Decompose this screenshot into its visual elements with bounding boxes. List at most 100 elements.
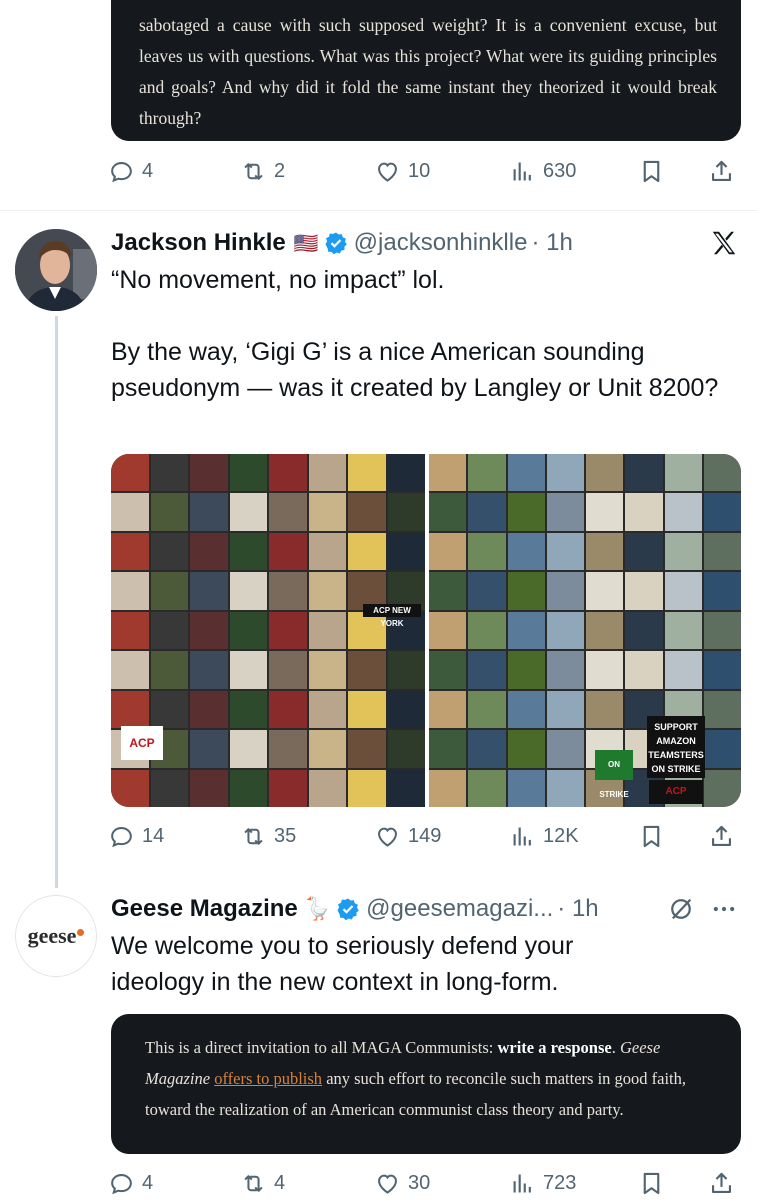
collage-photo-tile bbox=[586, 454, 624, 492]
like-count: 10 bbox=[408, 159, 431, 182]
collage-photo-tile bbox=[664, 493, 702, 531]
collage-photo-tile bbox=[308, 769, 346, 807]
collage-photo-tile bbox=[387, 769, 425, 807]
views-icon bbox=[513, 1174, 531, 1192]
tweet-header: Geese Magazine 🪿 @geesemagazi... · 1h bbox=[111, 893, 599, 925]
collage-photo-tile bbox=[190, 730, 228, 768]
reply-icon bbox=[111, 161, 132, 182]
verified-badge-icon bbox=[337, 898, 359, 921]
author-name[interactable]: Jackson Hinkle bbox=[111, 229, 286, 257]
collage-photo-tile bbox=[664, 454, 702, 492]
collage-photo-tile bbox=[150, 690, 188, 729]
collage-photo-tile bbox=[348, 454, 386, 492]
views-count: 630 bbox=[543, 159, 577, 182]
collage-photo-tile bbox=[348, 493, 386, 531]
tweet-time[interactable]: · 1h bbox=[531, 229, 572, 257]
collage-photo-tile bbox=[664, 572, 702, 610]
quote-card[interactable]: This is a direct invitation to all MAGA … bbox=[111, 1014, 741, 1154]
author-name[interactable]: Geese Magazine bbox=[111, 895, 298, 923]
share-icon bbox=[711, 825, 732, 846]
repost-button[interactable]: 2 bbox=[240, 151, 285, 191]
collage-photo-tile bbox=[111, 690, 149, 729]
quote-link[interactable]: offers to publish bbox=[214, 1069, 322, 1088]
like-button[interactable]: 30 bbox=[374, 1163, 430, 1200]
collage-photo-tile bbox=[546, 690, 584, 729]
bookmark-icon bbox=[643, 1172, 660, 1194]
collage-photo-tile bbox=[150, 532, 188, 571]
reply-button[interactable]: 4 bbox=[108, 1163, 153, 1200]
collage-photo-tile bbox=[269, 572, 307, 610]
collage-photo-tile bbox=[269, 769, 307, 807]
avatar[interactable] bbox=[15, 229, 97, 311]
more-icon[interactable] bbox=[708, 895, 740, 923]
author-handle[interactable]: @geesemagazi... bbox=[366, 895, 553, 923]
collage-photo-tile bbox=[308, 651, 346, 689]
collage-photo-tile bbox=[269, 651, 307, 689]
share-button[interactable] bbox=[708, 1163, 735, 1200]
reply-icon bbox=[111, 1173, 132, 1194]
collage-photo-tile bbox=[150, 769, 188, 807]
collage-photo-tile bbox=[586, 493, 624, 531]
bookmark-button[interactable] bbox=[638, 1163, 665, 1200]
share-icon bbox=[711, 1172, 732, 1193]
collage-photo-tile bbox=[308, 690, 346, 729]
share-button[interactable] bbox=[708, 151, 735, 191]
bookmark-button[interactable] bbox=[638, 151, 665, 191]
quote-text: . bbox=[611, 1038, 620, 1057]
repost-count: 35 bbox=[274, 824, 297, 847]
reply-button[interactable]: 4 bbox=[108, 151, 153, 191]
reply-count: 4 bbox=[142, 1171, 154, 1194]
views-button[interactable]: 12K bbox=[509, 816, 579, 856]
collage-photo-tile bbox=[546, 532, 584, 571]
collage-photo-tile bbox=[703, 769, 741, 807]
collage-photo-tile bbox=[625, 651, 663, 689]
reply-button[interactable]: 14 bbox=[108, 816, 164, 856]
collage-photo-tile bbox=[586, 611, 624, 650]
collage-photo-tile bbox=[703, 730, 741, 768]
collage-photo-tile bbox=[229, 651, 267, 689]
collage-photo-tile bbox=[387, 454, 425, 492]
collage-photo-tile bbox=[111, 651, 149, 689]
thread-line bbox=[55, 316, 58, 888]
collage-photo-tile bbox=[507, 651, 545, 689]
collage-photo-tile bbox=[625, 572, 663, 610]
tweet-header: Jackson Hinkle 🇺🇸 @jacksonhinklle · 1h bbox=[111, 227, 573, 259]
x-logo-icon[interactable] bbox=[708, 228, 740, 258]
collage-photo-tile bbox=[190, 572, 228, 610]
tweet-time[interactable]: · 1h bbox=[557, 895, 598, 923]
collage-photo-tile bbox=[703, 454, 741, 492]
author-handle[interactable]: @jacksonhinklle bbox=[354, 229, 528, 257]
collage-photo-tile bbox=[387, 493, 425, 531]
collage-photo-tile bbox=[429, 454, 467, 492]
repost-button[interactable]: 35 bbox=[240, 816, 296, 856]
collage-photo-tile bbox=[703, 651, 741, 689]
tweet-actions: 4 2 10 630 bbox=[108, 151, 743, 191]
views-icon bbox=[513, 827, 531, 845]
repost-button[interactable]: 4 bbox=[240, 1163, 285, 1200]
views-count: 12K bbox=[543, 824, 579, 847]
collage-photo-tile bbox=[150, 454, 188, 492]
collage-photo-tile bbox=[387, 730, 425, 768]
share-button[interactable] bbox=[708, 816, 735, 856]
collage-photo-tile bbox=[468, 769, 506, 807]
collage-photo-tile bbox=[229, 493, 267, 531]
quote-card[interactable]: sabotaged a cause with such supposed wei… bbox=[111, 0, 741, 141]
collage-photo-tile bbox=[111, 532, 149, 571]
avatar[interactable]: geese bbox=[15, 895, 97, 977]
views-button[interactable]: 723 bbox=[509, 1163, 576, 1200]
collage-photo-tile bbox=[150, 493, 188, 531]
bookmark-button[interactable] bbox=[638, 816, 665, 856]
grok-icon[interactable] bbox=[667, 895, 695, 923]
views-button[interactable]: 630 bbox=[509, 151, 576, 191]
collage-photo-tile bbox=[507, 769, 545, 807]
on-strike-sign: ON STRIKE bbox=[595, 750, 633, 799]
reply-count: 14 bbox=[142, 824, 165, 847]
like-button[interactable]: 10 bbox=[374, 151, 430, 191]
media-image-collage-left[interactable]: ACP NEW YORK ACP bbox=[111, 454, 425, 807]
tweet-actions: 14 35 149 12K bbox=[108, 816, 743, 856]
collage-photo-tile bbox=[507, 454, 545, 492]
views-icon bbox=[513, 162, 531, 180]
like-button[interactable]: 149 bbox=[374, 816, 441, 856]
collage-photo-tile bbox=[468, 532, 506, 571]
media-image-collage-right[interactable]: SUPPORT AMAZON TEAMSTERS ON STRIKE ON ST… bbox=[429, 454, 741, 807]
